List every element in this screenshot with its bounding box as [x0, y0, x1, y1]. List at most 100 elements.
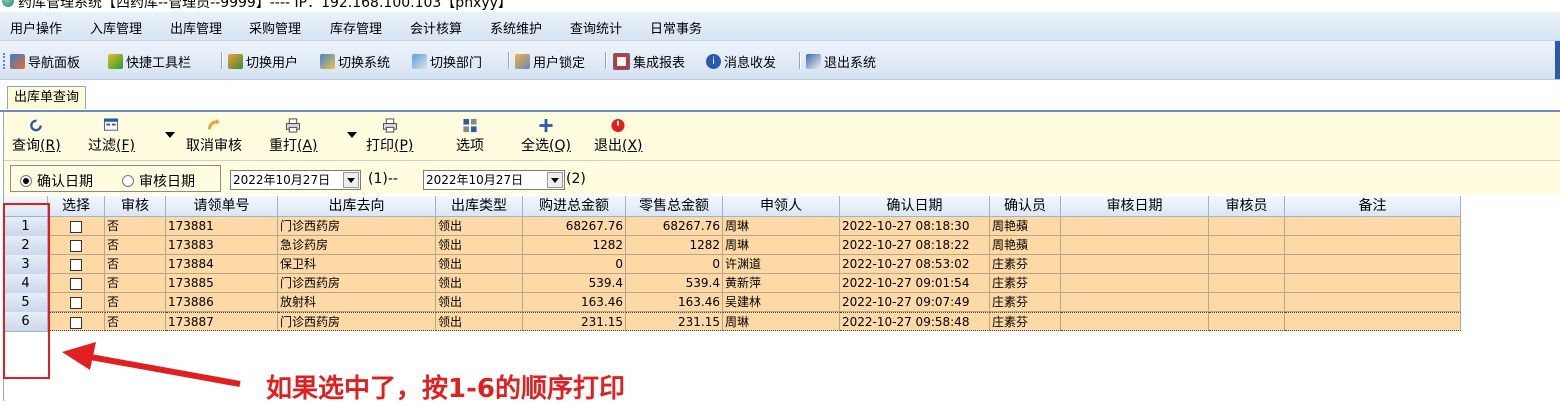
filter-button[interactable]: 过滤(F) — [88, 118, 135, 155]
cell-type: 领出 — [436, 312, 523, 331]
chevron-down-icon[interactable] — [343, 172, 359, 188]
info-icon: i — [706, 53, 721, 69]
cancel-audit-button[interactable]: 取消审核 — [186, 118, 242, 155]
cell-confirmer: 周艳蘋 — [990, 217, 1061, 236]
switch-system-icon — [320, 53, 335, 69]
action-toolbar: 查询(R) 过滤(F) 取消审核 重打(A) 打印(P) 选项 全选(Q) 退出… — [4, 112, 1560, 161]
report-icon — [613, 52, 630, 70]
nav-panel-button[interactable]: 导航面板 — [10, 51, 80, 71]
cell-purchase-total: 539.4 — [523, 274, 626, 293]
cell-request-no: 173881 — [166, 217, 278, 236]
col-confirm-date[interactable]: 确认日期 — [840, 196, 990, 217]
cell-applicant: 吴建林 — [723, 293, 840, 312]
select-all-label: 全选 — [521, 138, 549, 154]
menu-stock[interactable]: 库存管理 — [330, 18, 382, 37]
cell-request-no: 173886 — [166, 293, 278, 312]
tab-outbound-query[interactable]: 出库单查询 — [7, 86, 87, 109]
exit-label: 退出 — [594, 138, 622, 154]
cell-purchase-total: 1282 — [523, 236, 626, 255]
cell-retail-total: 0 — [626, 255, 723, 274]
checkbox[interactable] — [70, 316, 82, 329]
cell-confirmer: 庄素芬 — [990, 312, 1061, 331]
switch-dept-label: 切换部门 — [430, 55, 483, 71]
cell-audit: 否 — [105, 293, 166, 312]
cell-request-no: 173884 — [166, 255, 278, 274]
menu-user[interactable]: 用户操作 — [10, 18, 62, 37]
annotation-text: 如果选中了，按1-6的顺序打印 — [266, 374, 625, 404]
col-confirmer[interactable]: 确认员 — [990, 196, 1061, 217]
filter-key: (F) — [116, 138, 135, 154]
menu-query[interactable]: 查询统计 — [570, 18, 622, 37]
radio-confirm-date[interactable]: 确认日期 — [20, 171, 93, 191]
checkbox[interactable] — [70, 296, 82, 309]
menu-system[interactable]: 系统维护 — [490, 18, 542, 37]
switch-system-button[interactable]: 切换系统 — [320, 51, 390, 71]
user-lock-button[interactable]: 用户锁定 — [515, 51, 585, 71]
date-to-picker[interactable]: 2022年10月27日 — [423, 170, 565, 190]
col-retail-total[interactable]: 零售总金额 — [626, 196, 723, 217]
col-purchase-total[interactable]: 购进总金额 — [523, 196, 626, 217]
quick-toolbar-icon — [108, 53, 123, 69]
col-destination[interactable]: 出库去向 — [278, 196, 436, 217]
menu-accounting[interactable]: 会计核算 — [410, 18, 462, 37]
message-button[interactable]: i 消息收发 — [706, 51, 776, 71]
col-applicant[interactable]: 申领人 — [723, 196, 840, 217]
cell-select[interactable] — [48, 236, 105, 255]
menu-purchase[interactable]: 采购管理 — [249, 18, 301, 37]
menu-inbound[interactable]: 入库管理 — [90, 18, 142, 37]
filter-dropdown-icon[interactable] — [165, 132, 175, 138]
checkbox[interactable] — [70, 220, 82, 233]
col-remark[interactable]: 备注 — [1285, 196, 1461, 217]
menu-daily[interactable]: 日常事务 — [650, 18, 702, 37]
switch-dept-button[interactable]: 切换部门 — [412, 51, 482, 71]
exit-button[interactable]: 退出(X) — [594, 118, 643, 155]
nav-panel-icon — [10, 53, 25, 69]
radio-audit-date[interactable]: 审核日期 — [122, 171, 195, 191]
cell-select[interactable] — [48, 255, 105, 274]
print-key: (P) — [394, 138, 414, 154]
quick-toolbar-button[interactable]: 快捷工具栏 — [108, 51, 191, 71]
col-select[interactable]: 选择 — [48, 196, 105, 217]
options-button[interactable]: 选项 — [456, 118, 484, 155]
checkbox[interactable] — [70, 277, 82, 290]
print-label: 打印 — [366, 138, 394, 154]
power-icon — [611, 118, 625, 133]
cell-audit: 否 — [105, 274, 166, 293]
main-toolbar: 导航面板 快捷工具栏 切换用户 切换系统 切换部门 用户锁定 集成报表 i 消息… — [0, 41, 1560, 80]
date-from-picker[interactable]: 2022年10月27日 — [230, 170, 361, 190]
col-request-no[interactable]: 请领单号 — [166, 196, 278, 217]
cell-select[interactable] — [48, 274, 105, 293]
report-button[interactable]: 集成报表 — [613, 51, 685, 71]
reprint-key: (A) — [297, 138, 318, 154]
select-all-button[interactable]: 全选(Q) — [521, 118, 571, 155]
cell-auditor — [1209, 274, 1285, 293]
cell-select[interactable] — [48, 312, 105, 331]
exit-system-button[interactable]: 退出系统 — [806, 51, 876, 71]
cell-applicant: 周琳 — [723, 312, 840, 331]
reprint-dropdown-icon[interactable] — [347, 132, 357, 138]
reprint-button[interactable]: 重打(A) — [269, 118, 318, 155]
cell-retail-total: 163.46 — [626, 293, 723, 312]
col-audit-date[interactable]: 审核日期 — [1061, 196, 1209, 217]
toolbar-separator — [799, 52, 801, 69]
date-from-value: 2022年10月27日 — [233, 173, 331, 187]
cell-audit-date — [1061, 312, 1209, 331]
menu-outbound[interactable]: 出库管理 — [170, 18, 222, 37]
col-type[interactable]: 出库类型 — [436, 196, 523, 217]
checkbox[interactable] — [70, 239, 82, 252]
toolbar-grip[interactable] — [3, 53, 7, 69]
cell-confirm-date: 2022-10-27 08:18:22 — [840, 236, 990, 255]
chevron-down-icon[interactable] — [547, 172, 563, 188]
col-auditor[interactable]: 审核员 — [1209, 196, 1285, 217]
cell-remark — [1285, 293, 1461, 312]
col-audit[interactable]: 审核 — [105, 196, 166, 217]
switch-user-button[interactable]: 切换用户 — [228, 51, 298, 71]
query-button[interactable]: 查询(R) — [12, 118, 61, 155]
print-button[interactable]: 打印(P) — [366, 118, 413, 155]
outbound-table: 选择 审核 请领单号 出库去向 出库类型 购进总金额 零售总金额 申领人 确认日… — [4, 196, 1560, 401]
checkbox[interactable] — [70, 258, 82, 271]
cell-purchase-total: 0 — [523, 255, 626, 274]
title-bar: 药库管理系统【西药库--管理员--9999】---- IP：192.168.10… — [0, 0, 1560, 12]
cell-select[interactable] — [48, 293, 105, 312]
cell-select[interactable] — [48, 217, 105, 236]
